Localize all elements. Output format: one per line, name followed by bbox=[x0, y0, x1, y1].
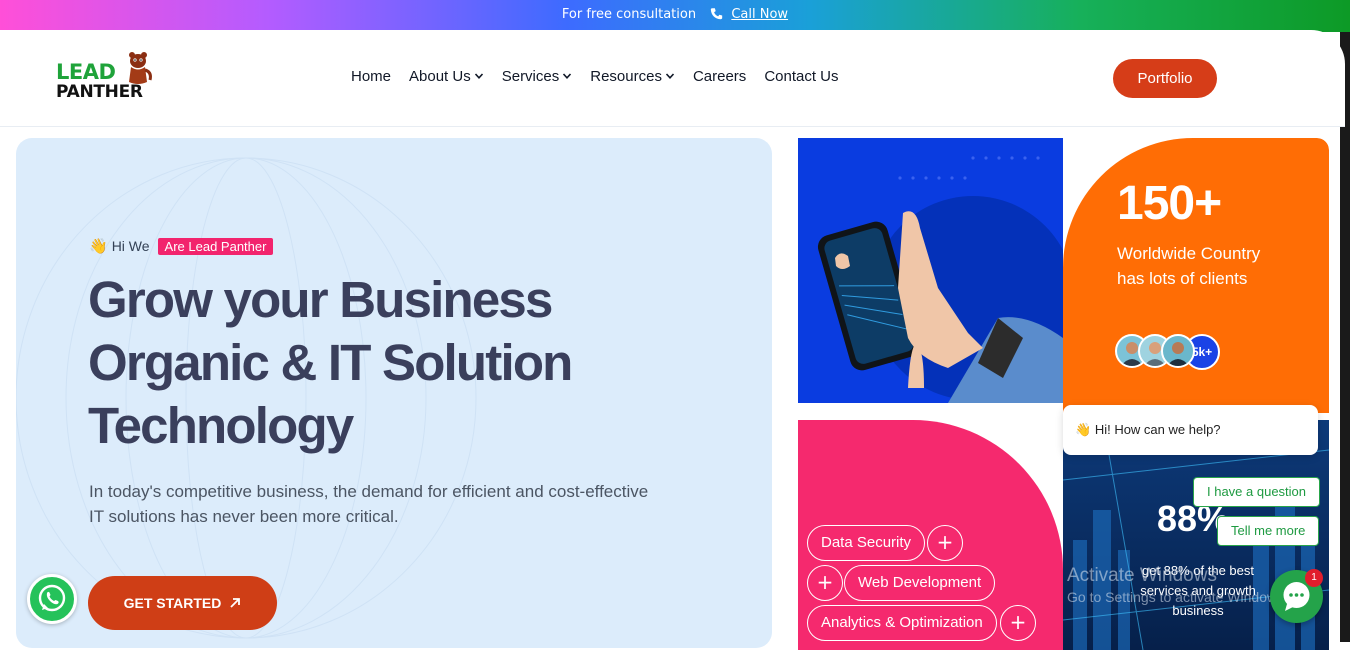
whatsapp-button[interactable] bbox=[27, 574, 77, 624]
person-icon bbox=[1167, 342, 1189, 366]
headline-line-3: Technology bbox=[88, 397, 354, 454]
portfolio-button[interactable]: Portfolio bbox=[1113, 59, 1217, 98]
countries-description-line-2: has lots of clients bbox=[1117, 269, 1248, 288]
windows-activation-watermark: Activate Windows Go to Settings to activ… bbox=[1067, 565, 1288, 605]
client-avatars: 5k+ bbox=[1115, 334, 1220, 370]
hero-description-line-2: IT solutions has never been more critica… bbox=[89, 507, 399, 526]
watermark-line-1: Activate Windows bbox=[1067, 565, 1217, 586]
chat-greeting-text: Hi! How can we help? bbox=[1094, 422, 1221, 437]
nav-contact-us-label: Contact Us bbox=[764, 67, 839, 85]
promo-text: For free consultation bbox=[561, 7, 697, 22]
nav-careers-label: Careers bbox=[692, 67, 747, 85]
nav-services-label: Services bbox=[501, 67, 560, 85]
nav-careers[interactable]: Careers bbox=[693, 66, 746, 86]
waving-hand-icon: 👋 bbox=[89, 238, 108, 255]
greeting-text: Hi We bbox=[111, 238, 150, 254]
nav-services[interactable]: Services bbox=[502, 66, 573, 86]
countries-description-line-1: Worldwide Country bbox=[1117, 244, 1261, 263]
phone-icon bbox=[711, 8, 723, 20]
hero-greeting: 👋 Hi We Are Lead Panther bbox=[89, 237, 274, 255]
plus-icon[interactable]: + bbox=[1000, 605, 1036, 641]
chat-unread-badge: 1 bbox=[1305, 569, 1323, 587]
chat-greeting-bubble[interactable]: 👋 Hi! How can we help? bbox=[1063, 405, 1318, 455]
nav-resources-label: Resources bbox=[590, 67, 662, 85]
get-started-label: GET STARTED bbox=[123, 595, 222, 611]
arrow-up-right-icon bbox=[230, 598, 241, 608]
chevron-down-icon bbox=[474, 73, 483, 79]
main-nav: Home About Us Services Resources Careers… bbox=[351, 66, 857, 86]
chevron-down-icon bbox=[665, 73, 675, 79]
hero-headline: Grow your Business Organic & IT Solution… bbox=[88, 268, 688, 457]
hero-section: 👋 Hi We Are Lead Panther Grow your Busin… bbox=[16, 138, 772, 648]
clients-stat-card: 150+ Worldwide Country has lots of clien… bbox=[1063, 138, 1329, 413]
nav-home[interactable]: Home bbox=[351, 66, 391, 86]
avatar bbox=[1161, 334, 1195, 368]
greeting-badge: Are Lead Panther bbox=[157, 237, 274, 255]
nav-home-label: Home bbox=[351, 67, 392, 85]
phone-image-card bbox=[798, 138, 1063, 403]
get-started-button[interactable]: GET STARTED bbox=[88, 576, 277, 630]
call-now-link[interactable]: Call Now bbox=[731, 7, 788, 22]
hero-description: In today's competitive business, the dem… bbox=[89, 479, 729, 529]
chat-option-tell-more[interactable]: Tell me more bbox=[1217, 516, 1320, 546]
headline-line-2: Organic & IT Solution bbox=[88, 334, 573, 391]
hand-holding-phone-illustration bbox=[817, 156, 1063, 403]
chat-option-question[interactable]: I have a question bbox=[1193, 477, 1321, 507]
site-header: LEAD PANTHER Home About Us Services Reso… bbox=[0, 30, 1345, 127]
whatsapp-icon bbox=[38, 584, 66, 612]
nav-resources[interactable]: Resources bbox=[590, 66, 675, 86]
brand-name-line1: LEAD bbox=[56, 60, 116, 84]
brand-logo[interactable]: LEAD PANTHER bbox=[56, 52, 156, 104]
chevron-down-icon bbox=[563, 73, 572, 79]
brand-name-line2: PANTHER bbox=[56, 82, 143, 102]
waving-hand-icon: 👋 bbox=[1075, 422, 1092, 437]
watermark-line-2: Go to Settings to activate Windows. bbox=[1067, 589, 1288, 605]
hero-description-line-1: In today's competitive business, the dem… bbox=[89, 482, 649, 501]
nav-about-us-label: About Us bbox=[409, 67, 471, 85]
headline-line-1: Grow your Business bbox=[88, 271, 553, 328]
service-pill-web-development[interactable]: Web Development bbox=[844, 565, 996, 601]
nav-contact-us[interactable]: Contact Us bbox=[764, 66, 838, 86]
plus-icon[interactable]: + bbox=[807, 565, 843, 601]
promo-bar: For free consultation Call Now bbox=[0, 0, 1350, 32]
services-card: Data Security + + Web Development Analyt… bbox=[798, 420, 1063, 650]
panther-mascot-icon bbox=[129, 52, 152, 84]
countries-description: Worldwide Country has lots of clients bbox=[1117, 241, 1307, 291]
service-pill-data-security[interactable]: Data Security bbox=[807, 525, 926, 561]
countries-count: 150+ bbox=[1117, 177, 1222, 230]
service-pill-analytics[interactable]: Analytics & Optimization bbox=[807, 605, 997, 641]
nav-about-us[interactable]: About Us bbox=[409, 66, 484, 86]
plus-icon[interactable]: + bbox=[927, 525, 963, 561]
